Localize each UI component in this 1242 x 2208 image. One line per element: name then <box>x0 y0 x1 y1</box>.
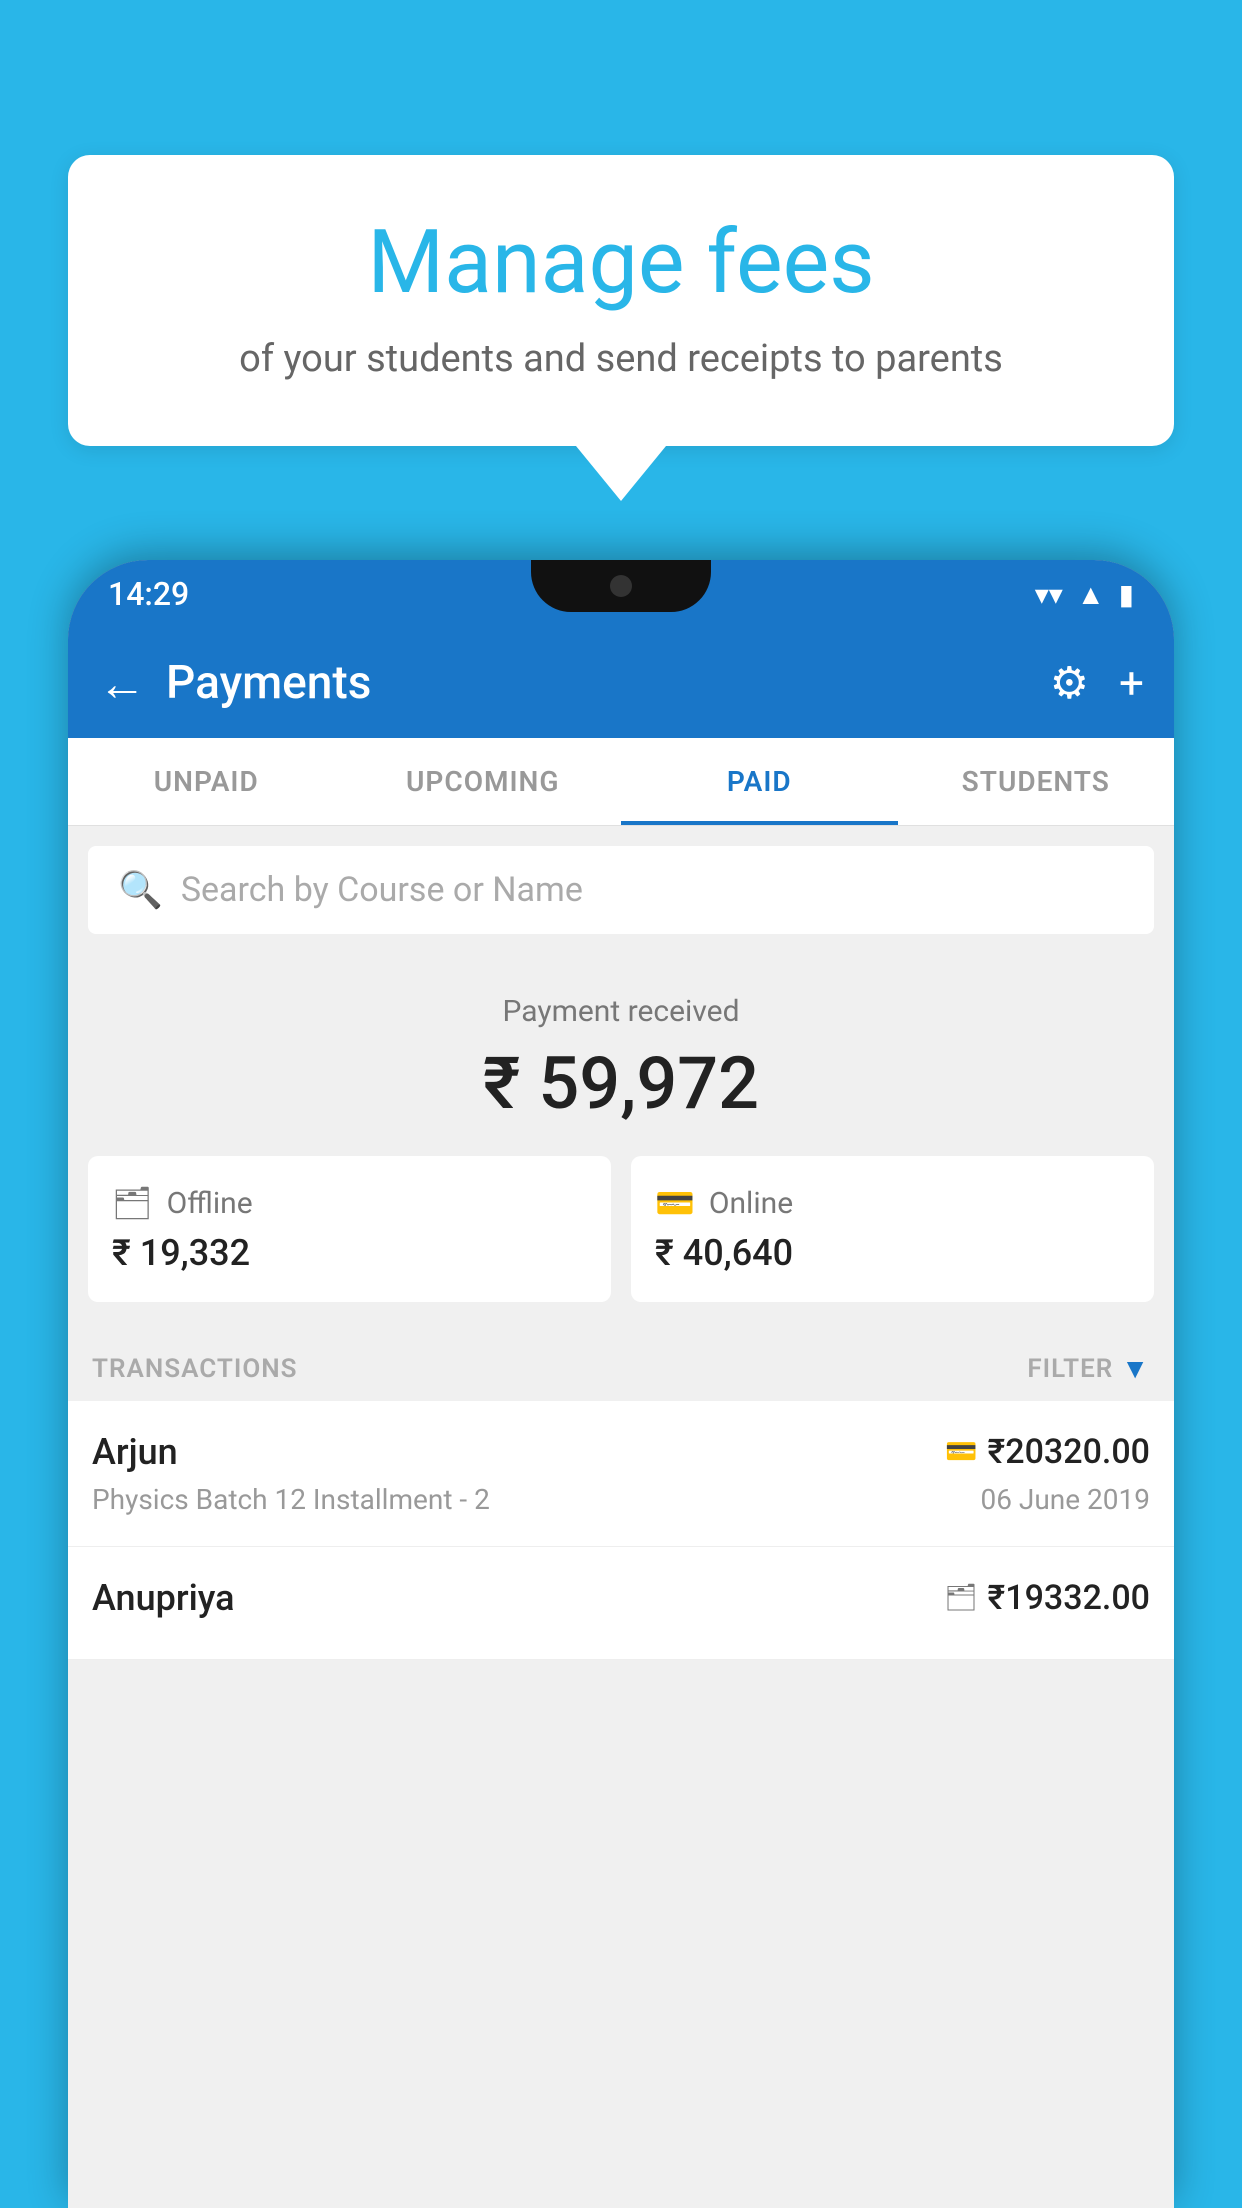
transaction-top: Arjun 💳 ₹20320.00 <box>92 1431 1150 1473</box>
transactions-label: TRANSACTIONS <box>92 1354 298 1384</box>
transaction-top-2: Anupriya 🗂 ₹19332.00 <box>92 1577 1150 1619</box>
transaction-amount-2: ₹19332.00 <box>988 1578 1150 1618</box>
settings-icon[interactable]: ⚙ <box>1050 657 1089 709</box>
wifi-icon: ▾▾ <box>1035 578 1063 611</box>
transaction-amount: ₹20320.00 <box>988 1432 1150 1472</box>
payment-amount: ₹ 59,972 <box>88 1041 1154 1126</box>
tab-paid[interactable]: PAID <box>621 738 898 825</box>
online-card: 💳 Online ₹ 40,640 <box>631 1156 1154 1302</box>
payment-summary: Payment received ₹ 59,972 <box>68 954 1174 1156</box>
offline-icon: 🗂 <box>112 1184 153 1222</box>
transaction-name: Arjun <box>92 1431 178 1473</box>
transaction-amount-wrap: 💳 ₹20320.00 <box>945 1432 1150 1472</box>
notch <box>531 560 711 612</box>
online-label: Online <box>709 1186 793 1221</box>
add-icon[interactable]: + <box>1119 657 1144 709</box>
online-payment-icon: 💳 <box>945 1437 977 1467</box>
offline-card: 🗂 Offline ₹ 19,332 <box>88 1156 611 1302</box>
filter-button[interactable]: FILTER ▼ <box>1027 1352 1150 1385</box>
app-bar-icons: ⚙ + <box>1050 657 1144 709</box>
back-button[interactable]: ← <box>98 655 146 712</box>
search-bar[interactable]: 🔍 Search by Course or Name <box>88 846 1154 934</box>
transaction-row-arjun[interactable]: Arjun 💳 ₹20320.00 Physics Batch 12 Insta… <box>68 1401 1174 1547</box>
bubble-subtitle: of your students and send receipts to pa… <box>118 337 1124 381</box>
transaction-amount-wrap-2: 🗂 ₹19332.00 <box>945 1578 1150 1618</box>
speech-bubble-wrapper: Manage fees of your students and send re… <box>68 155 1174 501</box>
speech-bubble-arrow <box>576 446 666 501</box>
screen-content: 🔍 Search by Course or Name Payment recei… <box>68 826 1174 2208</box>
tab-upcoming[interactable]: UPCOMING <box>345 738 622 825</box>
offline-payment-icon: 🗂 <box>945 1583 978 1613</box>
filter-icon: ▼ <box>1121 1352 1150 1385</box>
app-bar-title: Payments <box>166 656 1050 710</box>
transaction-detail: Physics Batch 12 Installment - 2 <box>92 1483 490 1516</box>
search-placeholder: Search by Course or Name <box>181 870 583 910</box>
status-time: 14:29 <box>108 575 189 613</box>
phone-frame: 14:29 ▾▾ ▲ ▮ ← Payments ⚙ + UNPAID UPCOM… <box>68 560 1174 2208</box>
transaction-bottom: Physics Batch 12 Installment - 2 06 June… <box>92 1483 1150 1516</box>
transaction-date: 06 June 2019 <box>980 1483 1150 1516</box>
offline-label: Offline <box>167 1186 253 1221</box>
tab-unpaid[interactable]: UNPAID <box>68 738 345 825</box>
signal-icon: ▲ <box>1077 578 1105 611</box>
app-bar: ← Payments ⚙ + <box>68 628 1174 738</box>
transaction-name-2: Anupriya <box>92 1577 235 1619</box>
battery-icon: ▮ <box>1119 578 1134 611</box>
filter-label: FILTER <box>1027 1354 1113 1384</box>
online-amount: ₹ 40,640 <box>655 1232 1130 1274</box>
offline-header: 🗂 Offline <box>112 1184 587 1222</box>
camera <box>610 575 632 597</box>
payment-label: Payment received <box>88 994 1154 1029</box>
tab-students[interactable]: STUDENTS <box>898 738 1175 825</box>
search-icon: 🔍 <box>118 869 163 911</box>
status-icons: ▾▾ ▲ ▮ <box>1035 578 1134 611</box>
bubble-title: Manage fees <box>118 215 1124 312</box>
online-icon: 💳 <box>655 1184 695 1222</box>
speech-bubble: Manage fees of your students and send re… <box>68 155 1174 446</box>
online-header: 💳 Online <box>655 1184 1130 1222</box>
payment-cards: 🗂 Offline ₹ 19,332 💳 Online ₹ 40,640 <box>68 1156 1174 1332</box>
offline-amount: ₹ 19,332 <box>112 1232 587 1274</box>
transactions-header: TRANSACTIONS FILTER ▼ <box>68 1332 1174 1401</box>
tab-bar: UNPAID UPCOMING PAID STUDENTS <box>68 738 1174 826</box>
transaction-row-anupriya[interactable]: Anupriya 🗂 ₹19332.00 <box>68 1547 1174 1660</box>
